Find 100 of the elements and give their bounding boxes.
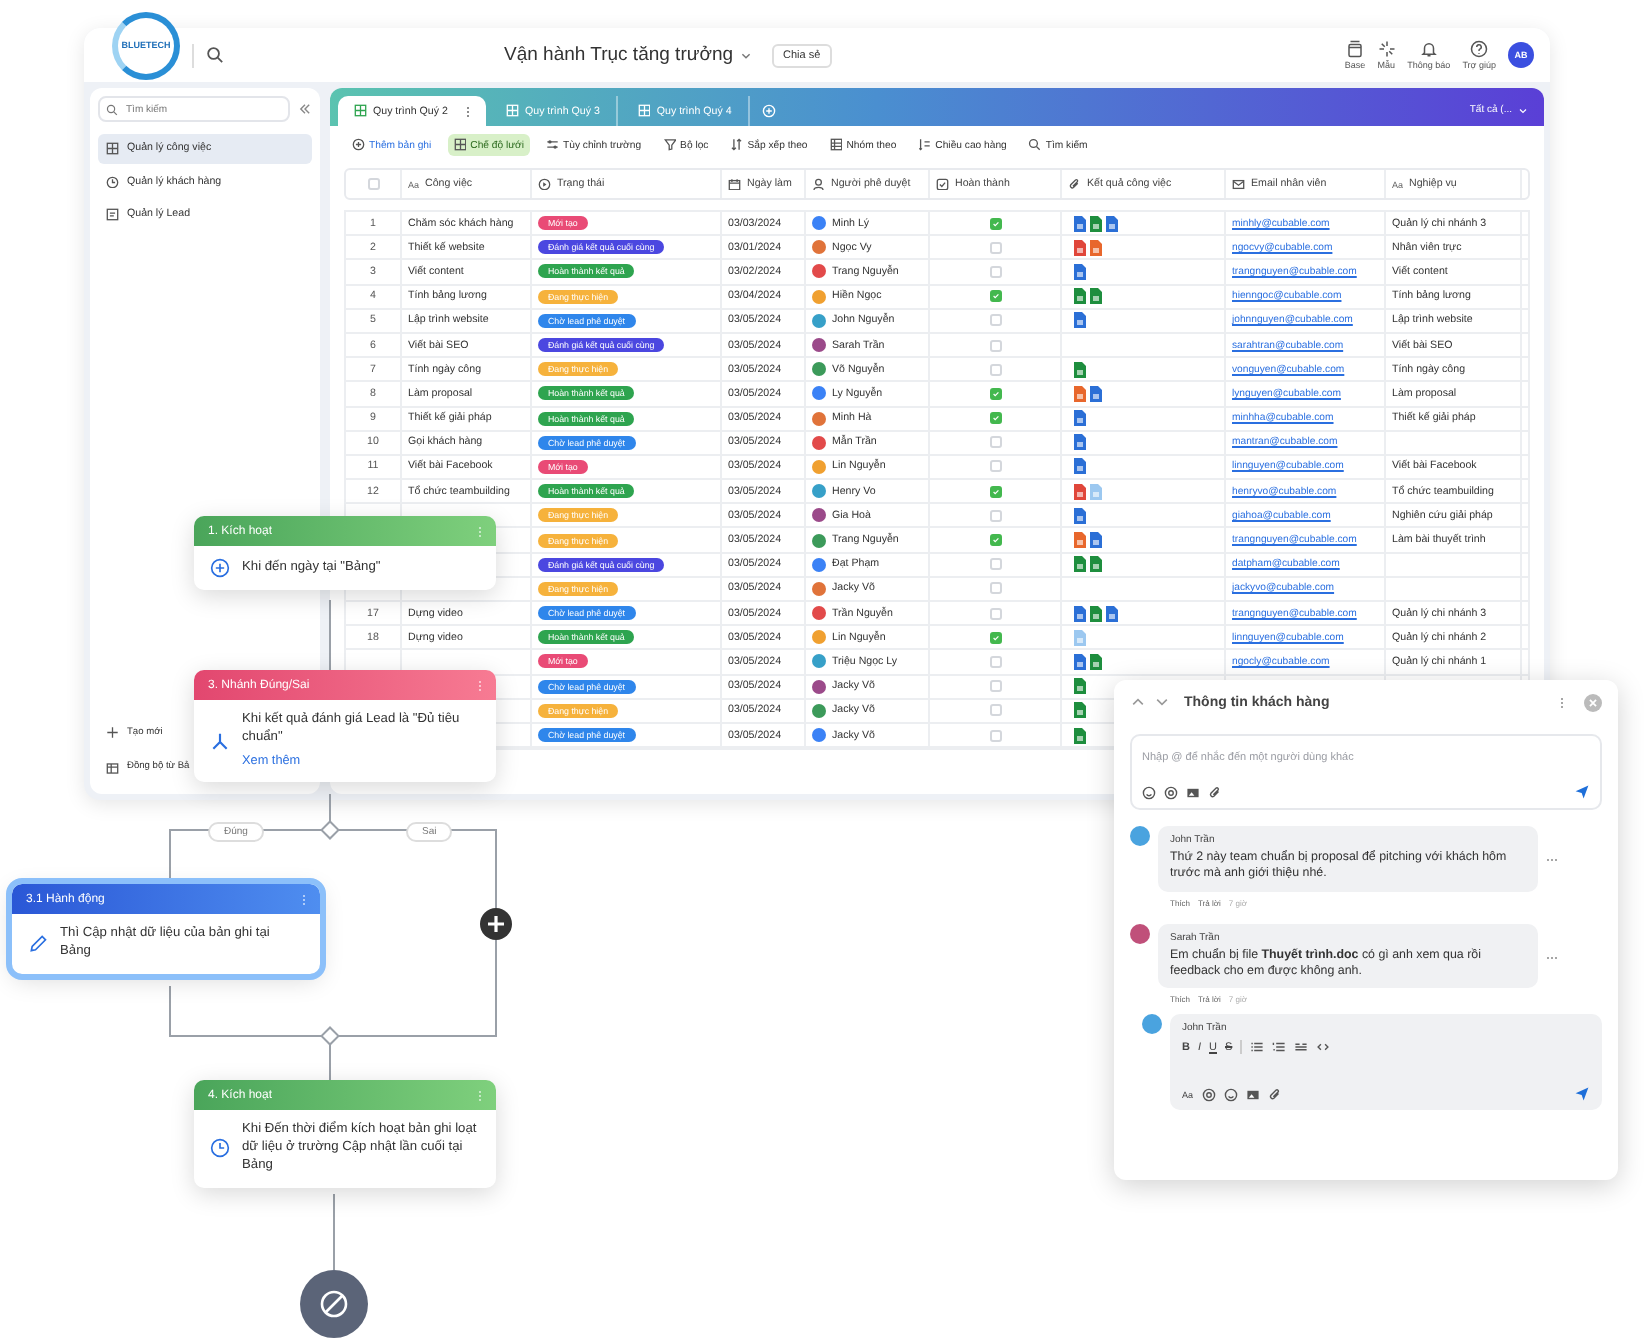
- chevron-down-icon[interactable]: [739, 49, 752, 61]
- checkbox[interactable]: [989, 509, 1001, 522]
- file-icon[interactable]: [1074, 678, 1086, 695]
- mention-icon[interactable]: [1201, 1087, 1216, 1102]
- file-icon[interactable]: [1106, 605, 1118, 622]
- file-icon[interactable]: [1090, 605, 1102, 622]
- checkbox[interactable]: [989, 436, 1001, 449]
- file-icon[interactable]: [1090, 653, 1102, 670]
- checkbox[interactable]: [989, 704, 1001, 717]
- send-icon[interactable]: [1574, 784, 1590, 800]
- junction-icon: [320, 1026, 340, 1046]
- add-icon: [210, 558, 230, 578]
- checkbox[interactable]: [989, 290, 1001, 303]
- envelope-icon: [1232, 177, 1245, 191]
- mention-icon[interactable]: [1164, 785, 1178, 799]
- connector-line: [329, 599, 331, 671]
- checkbox[interactable]: [989, 265, 1001, 278]
- numbered-list-icon[interactable]: [1272, 1040, 1287, 1055]
- status-icon: [538, 177, 551, 191]
- send-icon[interactable]: [1574, 1086, 1590, 1103]
- sort-icon: [730, 138, 744, 152]
- database-icon: [1346, 40, 1365, 58]
- file-icon[interactable]: [1090, 239, 1102, 256]
- calendar-icon: [728, 177, 741, 191]
- person-icon: [812, 177, 825, 191]
- file-icon[interactable]: [1074, 653, 1086, 670]
- sparkle-icon: [1377, 40, 1396, 58]
- junction-icon: [320, 820, 340, 840]
- code-icon[interactable]: [1316, 1040, 1331, 1055]
- rows-icon: [829, 138, 843, 152]
- checkbox[interactable]: [989, 339, 1001, 352]
- file-icon[interactable]: [1074, 239, 1086, 256]
- file-icon[interactable]: [1074, 410, 1086, 427]
- checkbox[interactable]: [989, 217, 1001, 230]
- select-all-checkbox[interactable]: [367, 178, 379, 190]
- file-icon[interactable]: [1074, 215, 1086, 232]
- checkbox[interactable]: [989, 655, 1001, 668]
- paperclip-icon: [1068, 177, 1081, 191]
- chevron-up-icon[interactable]: [1130, 694, 1146, 710]
- image-icon[interactable]: [1186, 785, 1200, 799]
- emoji-icon[interactable]: [1223, 1087, 1238, 1102]
- row-height-icon: [918, 138, 932, 152]
- file-icon[interactable]: [1074, 507, 1086, 524]
- paperclip-icon[interactable]: [1267, 1087, 1282, 1102]
- file-icon[interactable]: [1090, 288, 1102, 305]
- checkbox[interactable]: [989, 314, 1001, 327]
- checkbox[interactable]: [989, 558, 1001, 571]
- file-icon[interactable]: [1074, 483, 1086, 500]
- file-icon[interactable]: [1090, 215, 1102, 232]
- file-icon[interactable]: [1074, 727, 1086, 744]
- branch-icon: [210, 731, 230, 752]
- checkbox[interactable]: [989, 534, 1001, 547]
- file-icon[interactable]: [1074, 361, 1086, 378]
- image-icon[interactable]: [1245, 1087, 1260, 1102]
- clock-icon: [106, 175, 119, 188]
- checkbox[interactable]: [989, 582, 1001, 595]
- workspace-title[interactable]: Vận hành Trục tăng trưởng: [504, 44, 734, 66]
- plus-icon: [106, 726, 119, 739]
- list-icon[interactable]: [1250, 1040, 1265, 1055]
- emoji-icon[interactable]: [1142, 785, 1156, 799]
- search-icon: [1028, 138, 1042, 152]
- file-icon[interactable]: [1074, 532, 1086, 549]
- paperclip-icon[interactable]: [1208, 785, 1222, 799]
- file-icon[interactable]: [1090, 532, 1102, 549]
- checkbox[interactable]: [989, 412, 1001, 425]
- avatar: [1142, 1014, 1162, 1035]
- checkbox[interactable]: [989, 631, 1001, 644]
- checkbox[interactable]: [989, 387, 1001, 400]
- checkbox[interactable]: [989, 607, 1001, 620]
- search-button[interactable]: [206, 46, 224, 64]
- file-icon[interactable]: [1106, 215, 1118, 232]
- clock-icon: [210, 1138, 230, 1159]
- divider-icon[interactable]: [1294, 1040, 1309, 1055]
- add-step-button[interactable]: [480, 908, 512, 940]
- grid-icon: [506, 104, 519, 118]
- checkbox[interactable]: [989, 729, 1001, 742]
- add-tab-icon[interactable]: [761, 104, 776, 118]
- file-icon[interactable]: [1090, 385, 1102, 402]
- file-icon[interactable]: [1074, 385, 1086, 402]
- file-icon[interactable]: [1074, 702, 1086, 719]
- collapse-icon[interactable]: [298, 102, 312, 116]
- add-icon: [352, 138, 365, 152]
- file-icon[interactable]: [1074, 263, 1086, 280]
- file-icon[interactable]: [1074, 312, 1086, 329]
- checkbox[interactable]: [989, 680, 1001, 693]
- grid-icon: [453, 138, 467, 152]
- file-icon[interactable]: [1090, 556, 1102, 573]
- grid-icon: [637, 104, 651, 118]
- connector-line: [333, 1193, 335, 1271]
- grid-icon: [354, 104, 367, 118]
- checkbox[interactable]: [989, 485, 1001, 498]
- file-icon[interactable]: [1074, 288, 1086, 305]
- file-icon[interactable]: [1074, 458, 1086, 475]
- chevron-down-icon[interactable]: [1154, 694, 1170, 710]
- file-icon[interactable]: [1074, 434, 1086, 451]
- file-icon[interactable]: [1074, 605, 1086, 622]
- file-icon[interactable]: [1074, 556, 1086, 573]
- checkbox[interactable]: [989, 460, 1001, 473]
- checkbox[interactable]: [989, 241, 1001, 254]
- checkbox[interactable]: [989, 363, 1001, 376]
